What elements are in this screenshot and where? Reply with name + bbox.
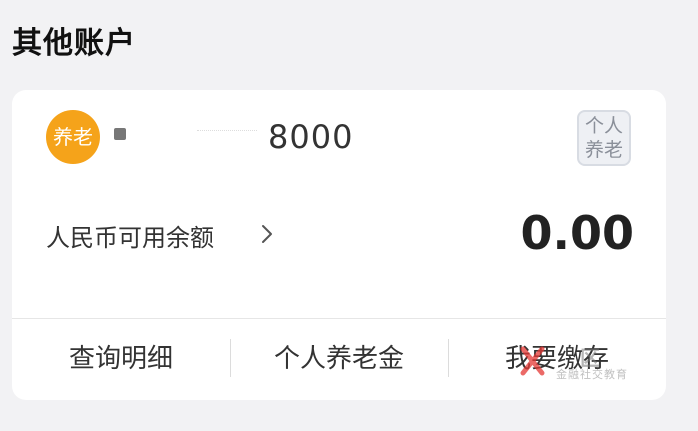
account-type-tag-line2: 养老 — [584, 139, 623, 161]
chevron-right-icon[interactable] — [256, 222, 278, 246]
section-title: 其他账户 — [12, 26, 136, 61]
personal-pension-button[interactable]: 个人养老金 — [230, 319, 448, 400]
account-type-tag-line1: 个人 — [584, 115, 623, 137]
available-balance-label[interactable]: 人民币可用余额 — [46, 218, 214, 253]
page: 其他账户 养老 8000 个人 养老 人民币可用余额 0.00 查询明细 个人养… — [0, 0, 698, 431]
card-actions: 查询明细 个人养老金 我要缴存 — [12, 319, 666, 400]
account-number-redacted — [137, 118, 265, 148]
pension-badge: 养老 — [46, 110, 100, 164]
account-number-tail: 8000 — [268, 118, 354, 156]
account-number-mask — [114, 128, 126, 140]
account-type-tag: 个人 养老 — [577, 110, 631, 166]
available-balance-value: 0.00 — [520, 206, 635, 260]
make-deposit-button[interactable]: 我要缴存 — [448, 319, 666, 400]
pension-account-card[interactable]: 养老 8000 个人 养老 人民币可用余额 0.00 查询明细 个人养老金 我要… — [12, 90, 666, 400]
query-details-button[interactable]: 查询明细 — [12, 319, 230, 400]
